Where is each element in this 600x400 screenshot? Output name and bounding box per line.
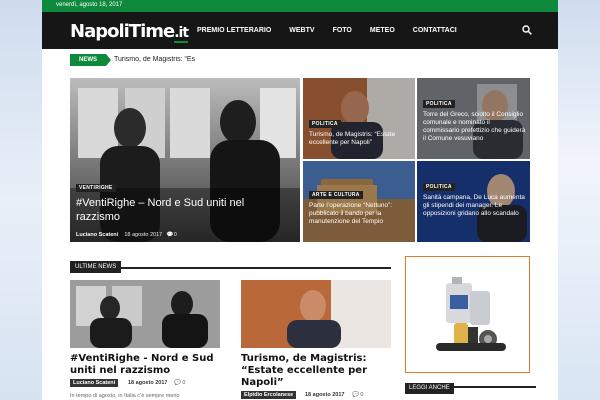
logo-text: NapoliTime [70,21,175,42]
menu: PREMIO LETTERARIO WEBTV FOTO METEO CONTA… [188,12,466,49]
card-1-date: 18 agosto 2017 [128,380,168,386]
card-2-photo [241,280,391,348]
card-1-author[interactable]: Luciano Scateni [70,379,119,387]
card-1-excerpt: In tempo di agosto, in Italia c’è sempre… [70,393,180,399]
ticker-headline[interactable]: Turismo, de Magistris: “Es [114,56,224,63]
card-2-author[interactable]: Elpidio Ercolanese [241,391,297,399]
featured-tile-2[interactable]: POLITICA Torre del Greco, sciolto il Con… [417,78,530,159]
featured-main-meta: Luciano Scateni 18 agosto 2017 💬0 [76,232,276,238]
news-ticker: NEWS Turismo, de Magistris: “Es [70,54,530,67]
ticker-label: NEWS [70,54,111,66]
card-1-photo [70,280,220,348]
tile-3-title[interactable]: Parte l’operazione “Nettuno”: pubblicato… [309,202,413,226]
page-wrapper: NapoliTime.it PREMIO LETTERARIO WEBTV FO… [42,12,558,400]
comment-icon: 💬 [166,232,174,238]
featured-main-category[interactable]: VENTIRIGHE [76,184,116,192]
featured-tile-1[interactable]: POLITICA Turismo, de Magistris: “Estate … [303,78,415,159]
tile-4-category[interactable]: POLITICA [423,183,455,191]
menu-item-meteo[interactable]: METEO [361,12,404,49]
card-1-comments: 💬 0 [174,380,186,386]
main-navigation: NapoliTime.it PREMIO LETTERARIO WEBTV FO… [42,12,558,49]
menu-item-foto[interactable]: FOTO [324,12,361,49]
featured-tile-4[interactable]: POLITICA Sanità campana, De Luca aumenta… [417,161,530,242]
section-label: ULTIME NEWS [70,261,122,273]
card-1-image[interactable] [70,280,220,348]
card-2-comment-count: 0 [360,392,364,398]
card-2-title[interactable]: Turismo, de Magistris: “Estate eccellent… [241,353,391,389]
card-2-comments: 💬 0 [352,392,364,398]
site-logo[interactable]: NapoliTime.it [70,21,189,43]
page-background-right [558,0,600,400]
tile-2-category[interactable]: POLITICA [423,100,455,108]
featured-main-title[interactable]: #VentiRighe – Nord e Sud uniti nel razzi… [76,196,276,224]
card-1-comment-count: 0 [182,380,186,386]
section-header-ultime-news: ULTIME NEWS [70,255,391,273]
featured-main-article[interactable]: VENTIRIGHE #VentiRighe – Nord e Sud unit… [70,78,300,242]
tile-2-title[interactable]: Torre del Greco, sciolto il Consiglio co… [423,111,527,143]
tile-1-category[interactable]: POLITICA [309,120,341,128]
card-2-date: 18 agosto 2017 [305,392,345,398]
tile-3-category[interactable]: ARTE E CULTURA [309,191,363,199]
search-icon[interactable] [522,25,532,35]
featured-tile-3[interactable]: ARTE E CULTURA Parte l’operazione “Nettu… [303,161,415,242]
menu-item-premio-letterario[interactable]: PREMIO LETTERARIO [188,12,280,49]
sidebar-advertisement[interactable] [405,256,530,373]
tile-1-title[interactable]: Turismo, de Magistris: “Estate eccellent… [309,131,409,147]
top-bar: venerdì, agosto 18, 2017 [42,0,558,12]
menu-item-webtv[interactable]: WEBTV [280,12,323,49]
card-2-image[interactable] [241,280,391,348]
section-header-leggi-anche: LEGGI ANCHE [405,376,536,394]
page-background-left [0,0,42,400]
featured-main-date: 18 agosto 2017 [124,232,163,238]
menu-item-contattaci[interactable]: CONTATTACI [404,12,466,49]
current-date: venerdì, agosto 18, 2017 [56,2,123,8]
logo-suffix: .it [174,25,189,43]
featured-main-author[interactable]: Luciano Scateni [76,232,118,238]
leggi-anche-label: LEGGI ANCHE [405,383,454,394]
ad-product-image [436,277,506,351]
card-1-title[interactable]: #VentiRighe - Nord e Sud uniti nel razzi… [70,353,220,377]
tile-4-title[interactable]: Sanità campana, De Luca aumenta gli stip… [423,194,527,218]
featured-main-comments: 0 [173,232,177,238]
